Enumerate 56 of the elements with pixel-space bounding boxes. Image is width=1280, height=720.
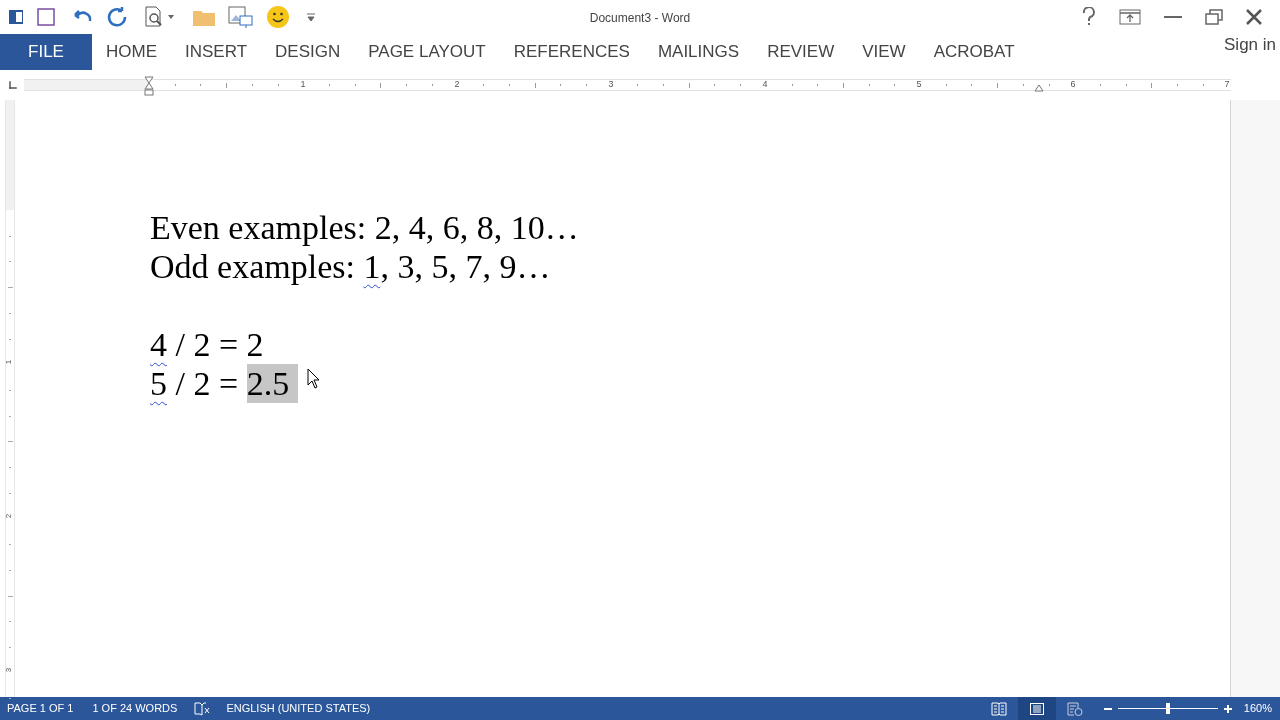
right-indent-marker-icon[interactable] (1034, 84, 1044, 92)
flagged-text: 4 (150, 325, 167, 364)
document-text: Odd examples: (150, 247, 356, 286)
ruler-number: 1 (5, 359, 14, 365)
ribbon-tab[interactable]: PAGE LAYOUT (354, 34, 500, 70)
ribbon-tab[interactable]: INSERT (171, 34, 262, 70)
ruler-number: 3 (5, 667, 14, 673)
flagged-text: 1 (363, 247, 381, 286)
document-text: / 2 = 2 (174, 325, 264, 364)
language-indicator[interactable]: ENGLISH (UNITED STATES) (226, 700, 371, 717)
document-text: Even examples: 2, 4, 6, 8, 10… (150, 208, 579, 247)
proofing-icon[interactable] (194, 701, 211, 716)
ribbon-display-icon[interactable] (1119, 9, 1141, 25)
ruler-number: 5 (916, 78, 922, 90)
zoom-out-icon[interactable] (1103, 707, 1112, 710)
print-layout-icon[interactable] (1017, 697, 1056, 720)
document-text: , 3, 5, 7, 9… (380, 247, 551, 286)
ribbon-tab[interactable]: ACROBAT (919, 34, 1029, 70)
document-text: / 2 = (174, 364, 240, 403)
ruler-number: 1 (300, 78, 306, 90)
print-preview-icon[interactable] (144, 6, 176, 28)
app-logo-icon[interactable] (8, 9, 24, 25)
ruler-number: 6 (1070, 78, 1076, 90)
smiley-icon[interactable] (266, 5, 290, 29)
ribbon-tab[interactable]: VIEW (848, 34, 920, 70)
indent-marker-icon[interactable] (144, 76, 154, 96)
word-count[interactable]: 1 OF 24 WORDS (92, 700, 178, 717)
ruler-number: 4 (762, 78, 768, 90)
customize-dropdown-icon[interactable] (306, 12, 316, 22)
selected-text: 2.5 (246, 364, 298, 403)
page-count[interactable]: PAGE 1 OF 1 (7, 700, 74, 717)
ribbon-tab[interactable]: MAILINGS (643, 34, 754, 70)
ribbon-tab[interactable]: DESIGN (261, 34, 355, 70)
ribbon-tab[interactable]: FILE (0, 34, 92, 70)
ribbon-tab[interactable]: REFERENCES (499, 34, 644, 70)
ribbon-tab[interactable]: HOME (92, 34, 171, 70)
close-icon[interactable] (1246, 9, 1262, 25)
save-icon[interactable] (36, 7, 56, 27)
picture-icon[interactable] (228, 5, 254, 29)
minimize-icon[interactable] (1164, 15, 1182, 19)
ruler-number: 2 (454, 78, 460, 90)
zoom-level[interactable]: 160% (1243, 700, 1272, 717)
ruler-number: 2 (5, 513, 14, 519)
restore-icon[interactable] (1205, 9, 1223, 25)
window-title: Document3 - Word (589, 10, 691, 27)
help-icon[interactable] (1082, 7, 1096, 27)
redo-icon[interactable] (106, 6, 128, 28)
zoom-slider[interactable] (1117, 703, 1218, 714)
ribbon-tab[interactable]: REVIEW (753, 34, 849, 70)
zoom-slider-thumb[interactable] (1165, 703, 1170, 714)
ruler-number: 3 (608, 78, 614, 90)
sign-in-link[interactable]: Sign in (1220, 32, 1280, 58)
ruler-number: 7 (1224, 78, 1230, 90)
flagged-text: 5 (150, 364, 167, 403)
mouse-pointer-icon (307, 368, 321, 390)
zoom-in-icon[interactable] (1223, 704, 1232, 713)
